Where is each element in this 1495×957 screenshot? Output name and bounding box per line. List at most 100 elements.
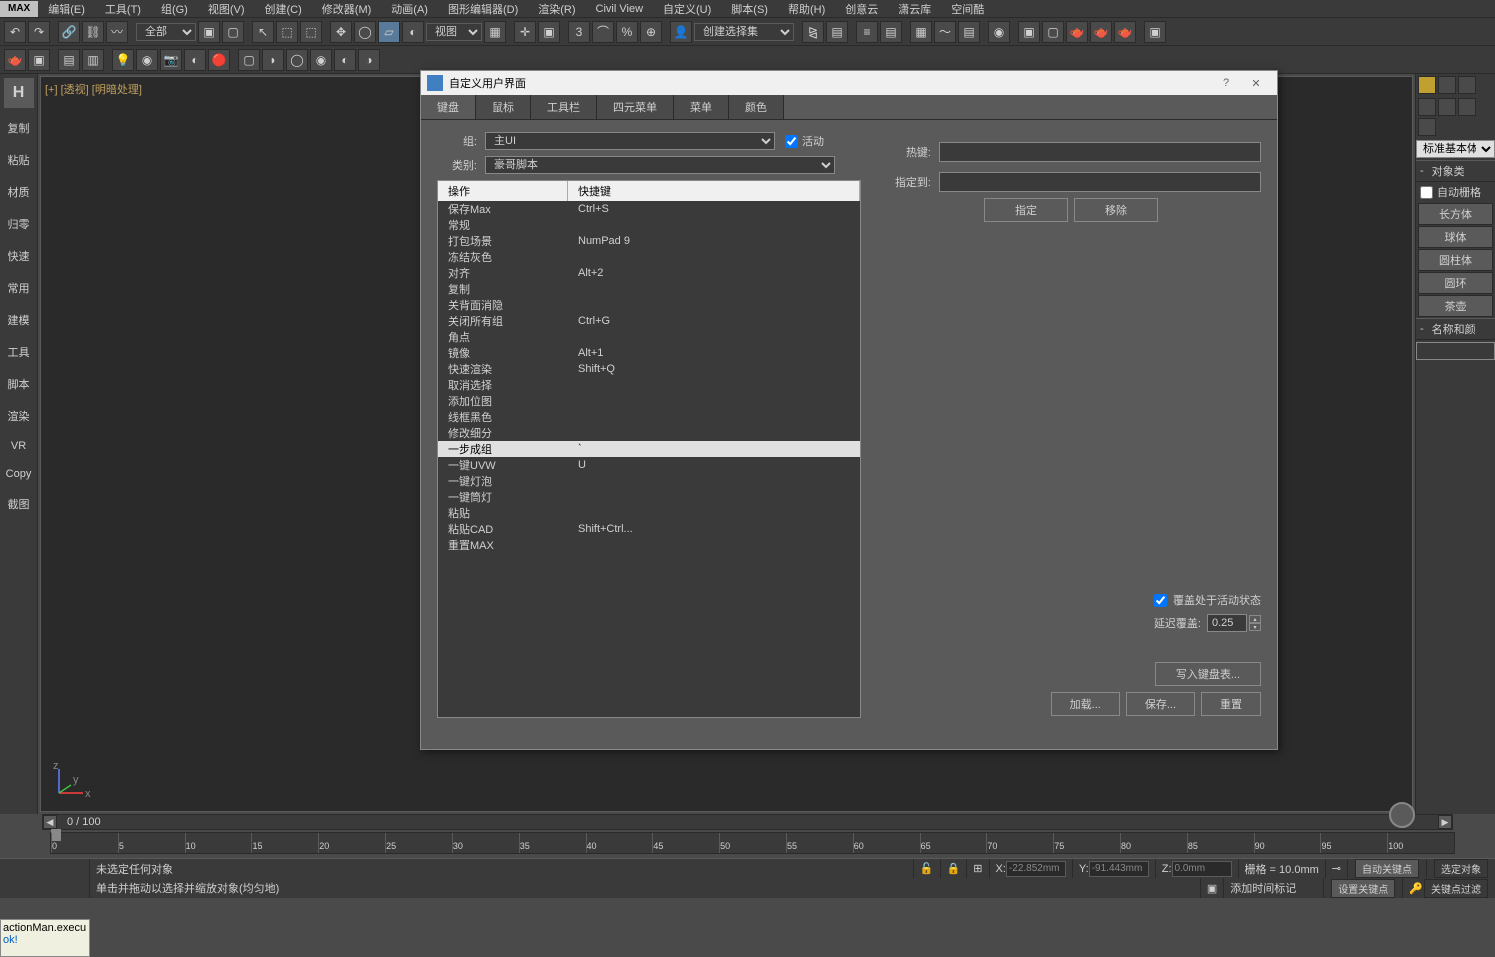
menu-item[interactable]: 帮助(H) [778,1,835,17]
angle-snap-icon[interactable]: ⌒ [592,21,614,43]
action-row[interactable]: 修改细分 [438,425,860,441]
action-row[interactable]: 镜像Alt+1 [438,345,860,361]
scroll-right-icon[interactable]: ▶ [1438,815,1452,829]
tool-icon[interactable]: ◐ [402,21,424,43]
set-key-button[interactable]: 设置关键点 [1331,879,1395,898]
tool-icon[interactable]: ◉ [136,49,158,71]
menu-item[interactable]: 渲染(R) [528,1,585,17]
sidebar-quick[interactable]: 快速 [0,240,37,272]
autogrid-checkbox[interactable] [1420,186,1433,199]
dialog-titlebar[interactable]: 自定义用户界面 ? ✕ [421,71,1277,95]
tab-quad[interactable]: 四元菜单 [597,95,674,119]
assigned-input[interactable] [939,172,1261,192]
y-input[interactable] [1089,861,1149,877]
layer-icon[interactable]: ≡ [856,21,878,43]
override-checkbox[interactable] [1154,594,1167,607]
teapot-icon[interactable]: 🫖 [1114,21,1136,43]
create-tab-icon[interactable] [1418,98,1436,116]
panel-icon[interactable] [1458,76,1476,94]
menu-item[interactable]: 潇云库 [888,1,941,17]
tool-icon[interactable]: ▣ [538,21,560,43]
close-button[interactable]: ✕ [1241,73,1271,93]
col-shortcut-header[interactable]: 快捷键 [568,181,860,201]
hierarchy-tab-icon[interactable] [1458,98,1476,116]
action-row[interactable]: 一键UVWU [438,457,860,473]
action-row[interactable]: 添加位图 [438,393,860,409]
camera-icon[interactable]: 📷 [160,49,182,71]
action-row[interactable]: 打包场景NumPad 9 [438,233,860,249]
sidebar-material[interactable]: 材质 [0,176,37,208]
move-icon[interactable]: ✥ [330,21,352,43]
tool-icon[interactable]: 🔴 [208,49,230,71]
sun-icon[interactable] [1418,76,1436,94]
tool-icon[interactable]: ◯ [286,49,308,71]
add-time-tag[interactable]: 添加时间标记 [1224,878,1324,898]
torus-button[interactable]: 圆环 [1418,272,1493,294]
link-icon[interactable]: 🔗 [58,21,80,43]
reference-dropdown[interactable]: 视图 [426,23,482,41]
select-icon[interactable]: ↖ [252,21,274,43]
coord-mode-icon[interactable]: ⊞ [973,862,982,875]
menu-item[interactable]: 工具(T) [95,1,151,17]
menu-item[interactable]: 脚本(S) [721,1,778,17]
bind-icon[interactable]: 〰 [106,21,128,43]
x-input[interactable] [1006,861,1066,877]
action-row[interactable]: 粘贴 [438,505,860,521]
spinner-up-icon[interactable]: ▴ [1249,615,1261,623]
action-row[interactable]: 快速渲染Shift+Q [438,361,860,377]
section-header-name-color[interactable]: -名称和颜 [1416,318,1495,340]
tool-icon[interactable]: ▤ [58,49,80,71]
primitive-dropdown[interactable]: 标准基本体 [1416,140,1495,158]
rotate-icon[interactable]: ◯ [354,21,376,43]
action-row[interactable]: 取消选择 [438,377,860,393]
action-row[interactable]: 一步成组` [438,441,860,457]
tool-icon[interactable]: ◑ [358,49,380,71]
hotkey-input[interactable] [939,142,1261,162]
menu-item[interactable]: 图形编辑器(D) [438,1,528,17]
cylinder-button[interactable]: 圆柱体 [1418,249,1493,271]
help-button[interactable]: ? [1211,73,1241,93]
tool-icon[interactable]: ▢ [238,49,260,71]
tool-icon[interactable]: ▦ [910,21,932,43]
sidebar-script[interactable]: 脚本 [0,368,37,400]
teapot-icon[interactable]: 🫖 [4,49,26,71]
action-row[interactable]: 对齐Alt+2 [438,265,860,281]
z-input[interactable] [1172,861,1232,877]
undo-icon[interactable]: ↶ [4,21,26,43]
tool-icon[interactable]: ▤ [880,21,902,43]
menu-item[interactable]: 修改器(M) [312,1,382,17]
autogrid-row[interactable]: 自动栅格 [1416,182,1495,202]
teapot-icon[interactable]: 🫖 [1066,21,1088,43]
sphere-button[interactable]: 球体 [1418,226,1493,248]
active-checkbox[interactable] [785,135,798,148]
save-button[interactable]: 保存... [1126,692,1195,716]
group-select[interactable]: 主UI [485,132,775,150]
action-row[interactable]: 线框黑色 [438,409,860,425]
write-keyboard-button[interactable]: 写入键盘表... [1155,662,1261,686]
isolate-toggle-button[interactable] [1389,802,1415,828]
panel-icon[interactable] [1438,76,1456,94]
mirror-icon[interactable]: ⧎ [802,21,824,43]
load-button[interactable]: 加载... [1051,692,1120,716]
key-filter-icon[interactable]: 🔑 [1409,882,1423,895]
redo-icon[interactable]: ↷ [28,21,50,43]
assign-button[interactable]: 指定 [984,198,1068,222]
tool-icon[interactable]: ▣ [28,49,50,71]
menu-item[interactable]: 视图(V) [198,1,255,17]
delay-input[interactable] [1207,614,1247,632]
key-filter-button[interactable]: 关键点过滤 [1424,879,1488,898]
menu-item[interactable]: Civil View [586,3,653,15]
filter-dropdown[interactable]: 全部 [136,23,196,41]
action-row[interactable]: 关背面消隐 [438,297,860,313]
timeline[interactable]: 0510152025303540455055606570758085909510… [50,832,1455,854]
menu-item[interactable]: 组(G) [151,1,198,17]
tool-icon[interactable]: ◐ [184,49,206,71]
menu-item[interactable]: 创建(C) [255,1,312,17]
teapot-render-icon[interactable]: 🫖 [1090,21,1112,43]
select-rect-icon[interactable]: ⬚ [276,21,298,43]
sidebar-vr[interactable]: VR [0,432,37,460]
teapot-button[interactable]: 茶壶 [1418,295,1493,317]
material-editor-icon[interactable]: ◉ [988,21,1010,43]
tool-icon[interactable]: ▣ [198,21,220,43]
tab-toolbar[interactable]: 工具栏 [531,95,597,119]
